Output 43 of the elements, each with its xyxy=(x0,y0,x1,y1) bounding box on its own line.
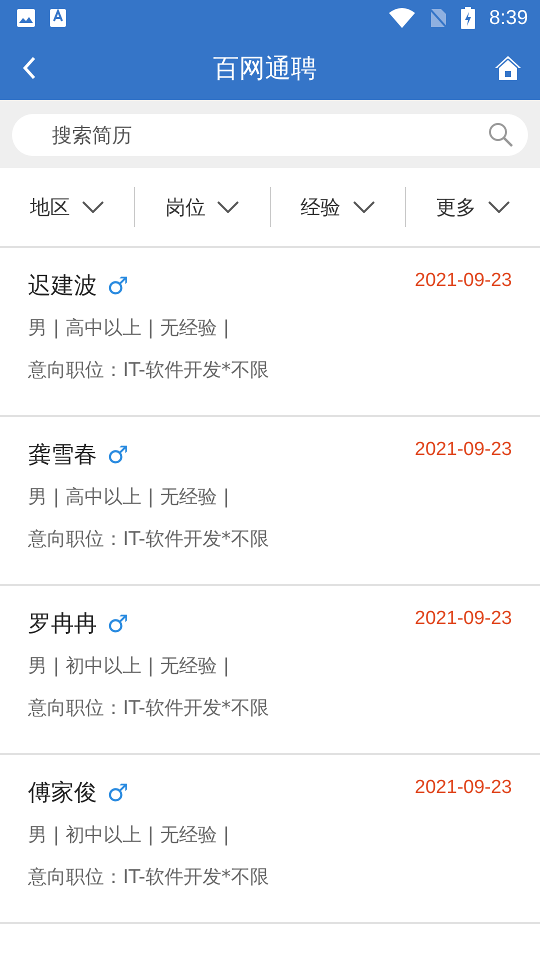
resume-card[interactable]: 傅家俊 ♂ 2021-09-23 男 | 初中以上 | 无经验 | 意向职位：IT-软件开发*不限 xyxy=(0,755,540,924)
candidate-details: 男 | 高中以上 | 无经验 | xyxy=(28,486,230,508)
male-icon: ♂ xyxy=(107,442,129,466)
app-title: 百网通聘 xyxy=(213,52,317,86)
clock-time: 8:39 xyxy=(489,6,528,30)
resume-card[interactable]: 龚雪春 ♂ 2021-09-23 男 | 高中以上 | 无经验 | 意向职位：IT-软件开发*不限 xyxy=(0,417,540,586)
chevron-down-icon xyxy=(217,201,240,213)
candidate-name: 龚雪春 xyxy=(28,441,97,470)
resume-card[interactable]: 罗冉冉 ♂ 2021-09-23 男 | 初中以上 | 无经验 | 意向职位：IT-软件开发*不限 xyxy=(0,586,540,755)
male-icon: ♂ xyxy=(107,780,129,804)
candidate-details: 男 | 初中以上 | 无经验 | xyxy=(28,655,230,677)
no-sim-icon xyxy=(429,8,448,28)
desired-position: 意向职位：IT-软件开发*不限 xyxy=(28,528,269,550)
filter-dropdown[interactable]: 经验 xyxy=(270,187,405,227)
desired-position: 意向职位：IT-软件开发*不限 xyxy=(28,866,269,888)
desired-position: 意向职位：IT-软件开发*不限 xyxy=(28,697,269,719)
back-icon[interactable] xyxy=(22,56,36,80)
chevron-down-icon xyxy=(488,201,510,213)
search-field[interactable]: 搜索简历 xyxy=(12,114,528,156)
chevron-down-icon xyxy=(82,201,104,213)
candidate-name: 傅家俊 xyxy=(28,779,97,808)
male-icon: ♂ xyxy=(107,612,129,636)
post-date: 2021-09-23 xyxy=(414,777,512,799)
candidate-details: 男 | 初中以上 | 无经验 | xyxy=(28,824,230,846)
resume-card[interactable]: 迟建波 ♂ 2021-09-23 男 | 高中以上 | 无经验 | 意向职位：IT-软件开发*不限 xyxy=(0,248,540,417)
post-date: 2021-09-23 xyxy=(414,270,512,292)
candidate-details: 男 | 高中以上 | 无经验 | xyxy=(28,317,230,339)
home-icon[interactable] xyxy=(494,55,522,81)
filter-dropdown[interactable]: 岗位 xyxy=(135,187,270,227)
candidate-name: 迟建波 xyxy=(28,272,97,301)
wifi-icon xyxy=(389,8,416,28)
male-icon: ♂ xyxy=(107,274,129,298)
chevron-down-icon xyxy=(352,201,375,213)
battery-icon xyxy=(461,7,476,29)
font-icon xyxy=(50,8,66,28)
search-icon[interactable] xyxy=(488,122,514,148)
desired-position: 意向职位：IT-软件开发*不限 xyxy=(28,359,269,381)
image-icon xyxy=(16,8,36,28)
filter-dropdown[interactable]: 更多 xyxy=(406,187,540,227)
candidate-name: 罗冉冉 xyxy=(28,610,97,639)
post-date: 2021-09-23 xyxy=(414,608,512,630)
post-date: 2021-09-23 xyxy=(414,439,512,461)
filter-dropdown[interactable]: 地区 xyxy=(0,187,134,227)
